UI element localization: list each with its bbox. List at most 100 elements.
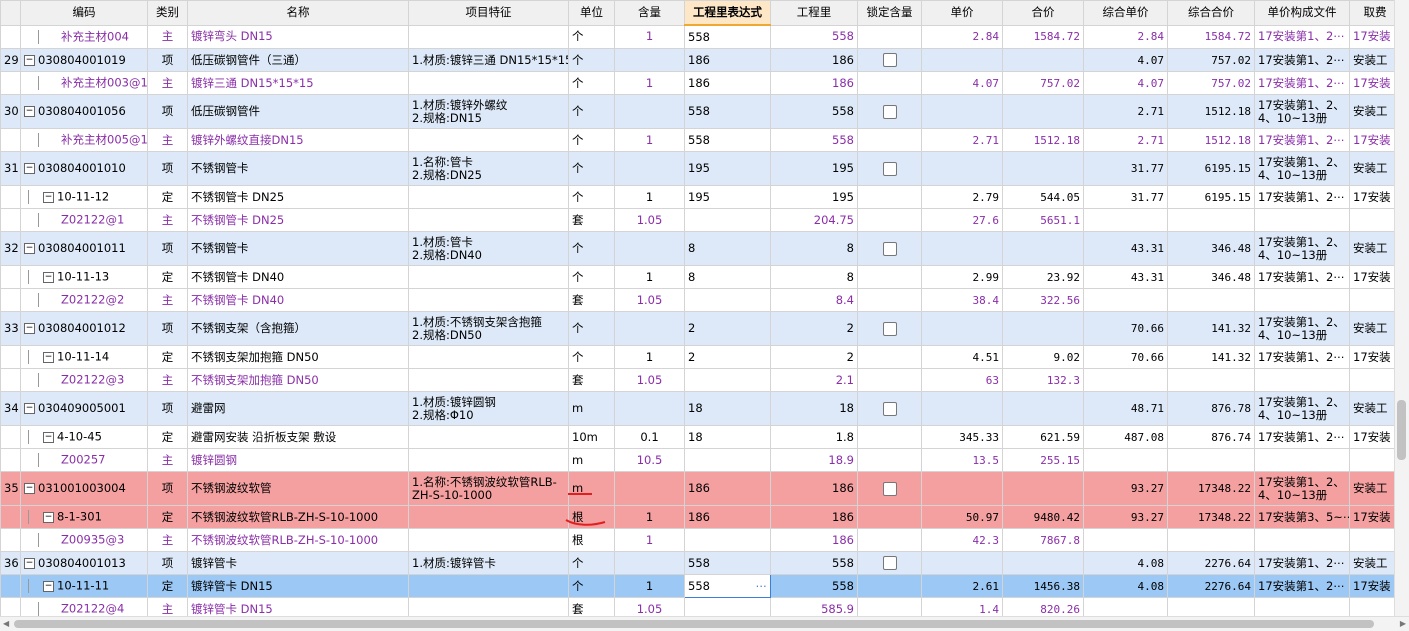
cell-unit[interactable]: 个 bbox=[568, 185, 615, 209]
cell-price[interactable]: 38.4 bbox=[921, 288, 1003, 312]
cell-total[interactable]: 132.3 bbox=[1002, 368, 1084, 392]
cell-expr[interactable]: 186 bbox=[684, 505, 771, 529]
cell-price[interactable]: 50.97 bbox=[921, 505, 1003, 529]
cell-uprice[interactable]: 31.77 bbox=[1083, 151, 1168, 186]
cell-utotal[interactable] bbox=[1167, 448, 1255, 472]
column-header[interactable]: 单位 bbox=[568, 0, 615, 26]
cell-lock[interactable] bbox=[857, 185, 922, 209]
cell-cat[interactable]: 定 bbox=[147, 425, 188, 449]
horizontal-scroll-thumb[interactable] bbox=[14, 620, 1374, 628]
cell-amt[interactable]: 195 bbox=[770, 151, 858, 186]
cell-cat[interactable]: 定 bbox=[147, 185, 188, 209]
cell-qty[interactable]: 1 bbox=[614, 185, 685, 209]
cell-file[interactable] bbox=[1254, 528, 1350, 552]
cell-unit[interactable]: m bbox=[568, 471, 615, 506]
cell-unit[interactable]: 根 bbox=[568, 505, 615, 529]
collapse-toggle-icon[interactable]: − bbox=[24, 403, 35, 414]
cell-total[interactable]: 820.26 bbox=[1002, 597, 1084, 617]
cell-qty[interactable] bbox=[614, 94, 685, 129]
cell-feat[interactable]: 1.材质:镀锌外螺纹 2.规格:DN15 bbox=[408, 94, 569, 129]
cell-feat[interactable] bbox=[408, 288, 569, 312]
cell-utotal[interactable]: 17348.22 bbox=[1167, 505, 1255, 529]
cell-unit[interactable]: 个 bbox=[568, 71, 615, 95]
cell-feat[interactable]: 1.材质:不锈钢支架含抱箍 2.规格:DN50 bbox=[408, 311, 569, 346]
cell-file[interactable] bbox=[1254, 597, 1350, 617]
table-row[interactable]: Z02122@4 主 镀锌管卡 DN15 套 1.05 585.9 1.4 820.26 bbox=[0, 597, 1395, 617]
cell-cat[interactable]: 项 bbox=[147, 391, 188, 426]
cell-unit[interactable]: 个 bbox=[568, 94, 615, 129]
cell-qty[interactable] bbox=[614, 471, 685, 506]
cell-cat[interactable]: 主 bbox=[147, 24, 188, 49]
collapse-toggle-icon[interactable]: − bbox=[24, 243, 35, 254]
cell-name[interactable]: 不锈钢支架（含抱箍） bbox=[187, 311, 409, 346]
cell-fee[interactable] bbox=[1349, 288, 1395, 312]
cell-expr[interactable] bbox=[684, 288, 771, 312]
cell-file[interactable]: 17安装第1、2、 4、10~13册 bbox=[1254, 311, 1350, 346]
cell-qty[interactable] bbox=[614, 231, 685, 266]
cell-total[interactable]: 757.02 bbox=[1002, 71, 1084, 95]
cell-total[interactable] bbox=[1002, 471, 1084, 506]
collapse-toggle-icon[interactable]: − bbox=[43, 511, 54, 523]
cell-feat[interactable]: 1.材质:镀锌管卡 bbox=[408, 551, 569, 575]
cell-cat[interactable]: 主 bbox=[147, 597, 188, 617]
cell-expr[interactable] bbox=[684, 597, 771, 617]
cell-fee[interactable] bbox=[1349, 528, 1395, 552]
cell-expr[interactable]: 558 bbox=[684, 24, 771, 49]
cell-fee[interactable]: 17安装 bbox=[1349, 345, 1395, 369]
table-row[interactable]: Z02122@1 主 不锈钢管卡 DN25 套 1.05 204.75 27.6 5651.1 bbox=[0, 208, 1395, 232]
cell-amt[interactable]: 186 bbox=[770, 48, 858, 72]
cell-expr[interactable]: 558 bbox=[684, 128, 771, 152]
cell-uprice[interactable] bbox=[1083, 288, 1168, 312]
cell-lock[interactable] bbox=[857, 94, 922, 129]
cell-utotal[interactable]: 876.78 bbox=[1167, 391, 1255, 426]
cell-total[interactable]: 322.56 bbox=[1002, 288, 1084, 312]
cell-cat[interactable]: 项 bbox=[147, 551, 188, 575]
cell-total[interactable]: 1512.18 bbox=[1002, 128, 1084, 152]
cell-utotal[interactable]: 1512.18 bbox=[1167, 94, 1255, 129]
cell-fee[interactable]: 17安装 bbox=[1349, 265, 1395, 289]
cell-file[interactable]: 17安装第1、2⋯ bbox=[1254, 425, 1350, 449]
cell-unit[interactable]: 套 bbox=[568, 368, 615, 392]
cell-feat[interactable]: 1.名称:管卡 2.规格:DN25 bbox=[408, 151, 569, 186]
cell-utotal[interactable]: 2276.64 bbox=[1167, 551, 1255, 575]
cell-price[interactable] bbox=[921, 391, 1003, 426]
table-row[interactable]: −10-11-13 定 不锈钢管卡 DN40 个 1 8 8 2.99 23.92 43.31 34… bbox=[0, 265, 1395, 289]
cell-name[interactable]: 镀锌管卡 bbox=[187, 551, 409, 575]
cell-fee[interactable] bbox=[1349, 208, 1395, 232]
cell-unit[interactable]: 个 bbox=[568, 24, 615, 49]
cell-expr[interactable]: 195 bbox=[684, 185, 771, 209]
column-header[interactable]: 锁定含量 bbox=[857, 0, 922, 26]
cell-amt[interactable]: 186 bbox=[770, 528, 858, 552]
cell-file[interactable]: 17安装第1、2⋯ bbox=[1254, 185, 1350, 209]
cell-code[interactable]: −030804001019 bbox=[20, 48, 148, 72]
cell-cat[interactable]: 主 bbox=[147, 368, 188, 392]
cell-file[interactable]: 17安装第1、2⋯ bbox=[1254, 128, 1350, 152]
cell-unit[interactable]: m bbox=[568, 391, 615, 426]
cell-lock[interactable] bbox=[857, 71, 922, 95]
cell-lock[interactable] bbox=[857, 265, 922, 289]
cell-cat[interactable]: 主 bbox=[147, 288, 188, 312]
cell-file[interactable] bbox=[1254, 448, 1350, 472]
table-row[interactable]: −10-11-12 定 不锈钢管卡 DN25 个 1 195 195 2.79 544.05 31… bbox=[0, 185, 1395, 209]
cell-code[interactable]: 补充主材005@1 bbox=[20, 128, 148, 152]
cell-unit[interactable]: 套 bbox=[568, 597, 615, 617]
cell-code[interactable]: −031001003004 bbox=[20, 471, 148, 506]
table-row[interactable]: −10-11-14 定 不锈钢支架加抱箍 DN50 个 1 2 2 4.51 9.02 70.66… bbox=[0, 345, 1395, 369]
column-header[interactable]: 类别 bbox=[147, 0, 188, 26]
cell-code[interactable]: −8-1-301 bbox=[20, 505, 148, 529]
cell-cat[interactable]: 定 bbox=[147, 505, 188, 529]
cell-name[interactable]: 避雷网 bbox=[187, 391, 409, 426]
cell-lock[interactable] bbox=[857, 448, 922, 472]
cell-file[interactable]: 17安装第1、2⋯ bbox=[1254, 71, 1350, 95]
cell-code[interactable]: −10-11-12 bbox=[20, 185, 148, 209]
cell-cat[interactable]: 主 bbox=[147, 448, 188, 472]
cell-name[interactable]: 低压碳钢管件（三通） bbox=[187, 48, 409, 72]
cell-cat[interactable]: 定 bbox=[147, 345, 188, 369]
cell-lock[interactable] bbox=[857, 345, 922, 369]
cell-lock[interactable] bbox=[857, 48, 922, 72]
cell-uprice[interactable]: 4.08 bbox=[1083, 551, 1168, 575]
cell-file[interactable]: 17安装第1、2⋯ bbox=[1254, 24, 1350, 49]
cell-expr[interactable] bbox=[684, 528, 771, 552]
cell-utotal[interactable]: 6195.15 bbox=[1167, 151, 1255, 186]
cell-cat[interactable]: 主 bbox=[147, 208, 188, 232]
